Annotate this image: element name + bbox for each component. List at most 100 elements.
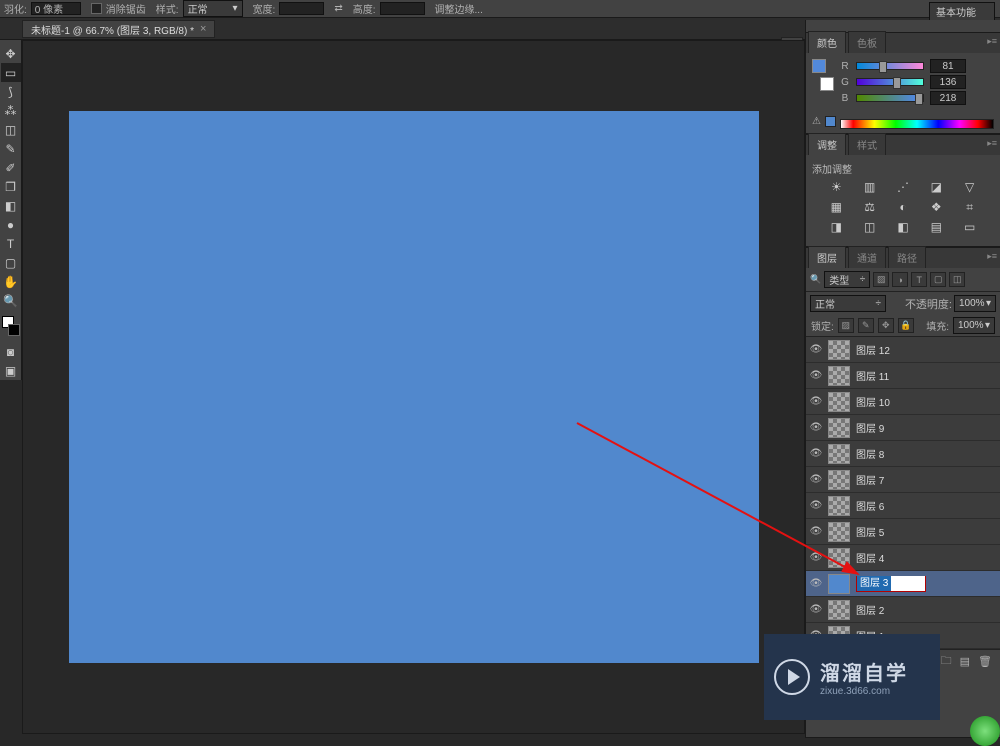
visibility-icon[interactable]: 👁 bbox=[810, 422, 822, 434]
vibrance-icon[interactable]: ▽ bbox=[961, 180, 979, 196]
visibility-icon[interactable]: 👁 bbox=[810, 448, 822, 460]
layer-thumbnail[interactable] bbox=[828, 470, 850, 490]
visibility-icon[interactable]: 👁 bbox=[810, 344, 822, 356]
closest-color-swatch[interactable] bbox=[825, 116, 836, 127]
layer-name[interactable]: 图层 8 bbox=[856, 446, 996, 461]
eyedropper-tool[interactable]: ✎ bbox=[1, 139, 21, 158]
layer-name[interactable]: 图层 9 bbox=[856, 420, 996, 435]
layer-thumbnail[interactable] bbox=[828, 444, 850, 464]
layer-row[interactable]: 👁图层 6 bbox=[806, 493, 1000, 519]
filter-pixel-icon[interactable]: ▨ bbox=[873, 272, 889, 287]
opacity-input[interactable]: 100%▾ bbox=[954, 295, 996, 312]
brush-tool[interactable]: ✐ bbox=[1, 158, 21, 177]
tab-paths[interactable]: 路径 bbox=[888, 246, 926, 268]
posterize-icon[interactable]: ◫ bbox=[861, 220, 879, 236]
layer-name[interactable]: 图层 6 bbox=[856, 498, 996, 513]
antialias-checkbox[interactable] bbox=[91, 3, 102, 14]
layer-thumbnail[interactable] bbox=[828, 522, 850, 542]
layer-name[interactable]: 图层 4 bbox=[856, 550, 996, 565]
layer-name[interactable]: 图层 12 bbox=[856, 342, 996, 357]
panel-menu-icon[interactable]: ▸≡ bbox=[987, 251, 997, 262]
layer-row[interactable]: 👁图层 3 bbox=[806, 571, 1000, 597]
layer-row[interactable]: 👁 图层 7 bbox=[806, 467, 1000, 493]
lock-trans-icon[interactable]: ▨ bbox=[838, 318, 854, 333]
r-value[interactable]: 81 bbox=[930, 59, 966, 73]
close-icon[interactable]: × bbox=[200, 23, 206, 35]
selective-icon[interactable]: ▤ bbox=[927, 220, 945, 236]
visibility-icon[interactable]: 👁 bbox=[810, 578, 822, 590]
r-slider[interactable] bbox=[856, 62, 924, 70]
layer-name[interactable]: 图层 7 bbox=[856, 472, 996, 487]
foreground-color[interactable] bbox=[812, 59, 826, 73]
layer-thumbnail[interactable] bbox=[828, 548, 850, 568]
layer-row[interactable]: 👁 图层 9 bbox=[806, 415, 1000, 441]
g-value[interactable]: 136 bbox=[930, 75, 966, 89]
tab-styles[interactable]: 样式 bbox=[848, 133, 886, 155]
canvas[interactable] bbox=[69, 111, 759, 663]
quickmask-toggle[interactable]: ◙ bbox=[1, 342, 21, 361]
lasso-tool[interactable]: ⟆ bbox=[1, 82, 21, 101]
layer-thumbnail[interactable] bbox=[828, 574, 850, 594]
background-swatch[interactable] bbox=[8, 324, 20, 336]
layer-row[interactable]: 👁 图层 8 bbox=[806, 441, 1000, 467]
dodge-tool[interactable]: ● bbox=[1, 215, 21, 234]
filter-type-icon[interactable]: T bbox=[911, 272, 927, 287]
layer-thumbnail[interactable] bbox=[828, 366, 850, 386]
curves-icon[interactable]: ⋰ bbox=[894, 180, 912, 196]
move-tool[interactable]: ✥ bbox=[1, 44, 21, 63]
blend-mode-select[interactable]: 正常÷ bbox=[810, 295, 886, 312]
levels-icon[interactable]: ▥ bbox=[861, 180, 879, 196]
new-layer-icon[interactable]: ▤ bbox=[960, 655, 970, 668]
background-color[interactable] bbox=[820, 77, 834, 91]
lock-all-icon[interactable]: 🔒 bbox=[898, 318, 914, 333]
lock-move-icon[interactable]: ✥ bbox=[878, 318, 894, 333]
tab-channels[interactable]: 通道 bbox=[848, 246, 886, 268]
photo-filter-icon[interactable]: ◐ bbox=[894, 200, 912, 216]
visibility-icon[interactable]: 👁 bbox=[810, 474, 822, 486]
panel-menu-icon[interactable]: ▸≡ bbox=[987, 36, 997, 47]
layer-thumbnail[interactable] bbox=[828, 600, 850, 620]
tab-swatches[interactable]: 色板 bbox=[848, 31, 886, 53]
mixer-icon[interactable]: ❖ bbox=[927, 200, 945, 216]
hand-tool[interactable]: ✋ bbox=[1, 272, 21, 291]
layer-name[interactable]: 图层 11 bbox=[856, 368, 996, 383]
g-slider[interactable] bbox=[856, 78, 924, 86]
layer-thumbnail[interactable] bbox=[828, 496, 850, 516]
layer-list[interactable]: 👁图层 12👁图层 11👁图层 10👁图层 9👁图层 8👁图层 7👁图层 6👁图… bbox=[806, 336, 1000, 649]
layer-row[interactable]: 👁 图层 4 bbox=[806, 545, 1000, 571]
b-value[interactable]: 218 bbox=[930, 91, 966, 105]
visibility-icon[interactable]: 👁 bbox=[810, 604, 822, 616]
invert-icon[interactable]: ◨ bbox=[827, 220, 845, 236]
threshold-icon[interactable]: ◧ bbox=[894, 220, 912, 236]
new-group-icon[interactable]: 🗀 bbox=[941, 652, 952, 671]
clone-tool[interactable]: ❐ bbox=[1, 177, 21, 196]
visibility-icon[interactable]: 👁 bbox=[810, 370, 822, 382]
fg-bg-swatch[interactable] bbox=[2, 316, 20, 336]
bw-icon[interactable]: ▦ bbox=[827, 200, 845, 216]
trash-icon[interactable]: 🗑 bbox=[978, 655, 992, 668]
filter-smart-icon[interactable]: ◫ bbox=[949, 272, 965, 287]
filter-shape-icon[interactable]: ▢ bbox=[930, 272, 946, 287]
swap-icon[interactable]: ⇄ bbox=[334, 3, 342, 14]
spectrum-bar[interactable] bbox=[840, 119, 994, 129]
wand-tool[interactable]: ⁂ bbox=[1, 101, 21, 120]
crop-tool[interactable]: ◫ bbox=[1, 120, 21, 139]
gradmap-icon[interactable]: ▭ bbox=[961, 220, 979, 236]
layer-thumbnail[interactable] bbox=[828, 392, 850, 412]
layer-name[interactable]: 图层 5 bbox=[856, 524, 996, 539]
layer-thumbnail[interactable] bbox=[828, 340, 850, 360]
marquee-tool[interactable]: ▭ bbox=[1, 63, 21, 82]
layer-row[interactable]: 👁图层 5 bbox=[806, 519, 1000, 545]
style-select[interactable]: 正常▾ bbox=[183, 0, 243, 17]
document-tab[interactable]: 未标题-1 @ 66.7% (图层 3, RGB/8) * × bbox=[22, 20, 215, 38]
refine-edge-button[interactable]: 调整边缘... bbox=[435, 1, 483, 16]
exposure-icon[interactable]: ◪ bbox=[927, 180, 945, 196]
layer-row[interactable]: 👁 图层 12 bbox=[806, 337, 1000, 363]
screenmode-toggle[interactable]: ▣ bbox=[1, 361, 21, 380]
lookup-icon[interactable]: ⌗ bbox=[961, 200, 979, 216]
layer-thumbnail[interactable] bbox=[828, 418, 850, 438]
lock-paint-icon[interactable]: ✎ bbox=[858, 318, 874, 333]
layer-name[interactable]: 图层 2 bbox=[856, 602, 996, 617]
brightness-icon[interactable]: ☀ bbox=[827, 180, 845, 196]
visibility-icon[interactable]: 👁 bbox=[810, 552, 822, 564]
